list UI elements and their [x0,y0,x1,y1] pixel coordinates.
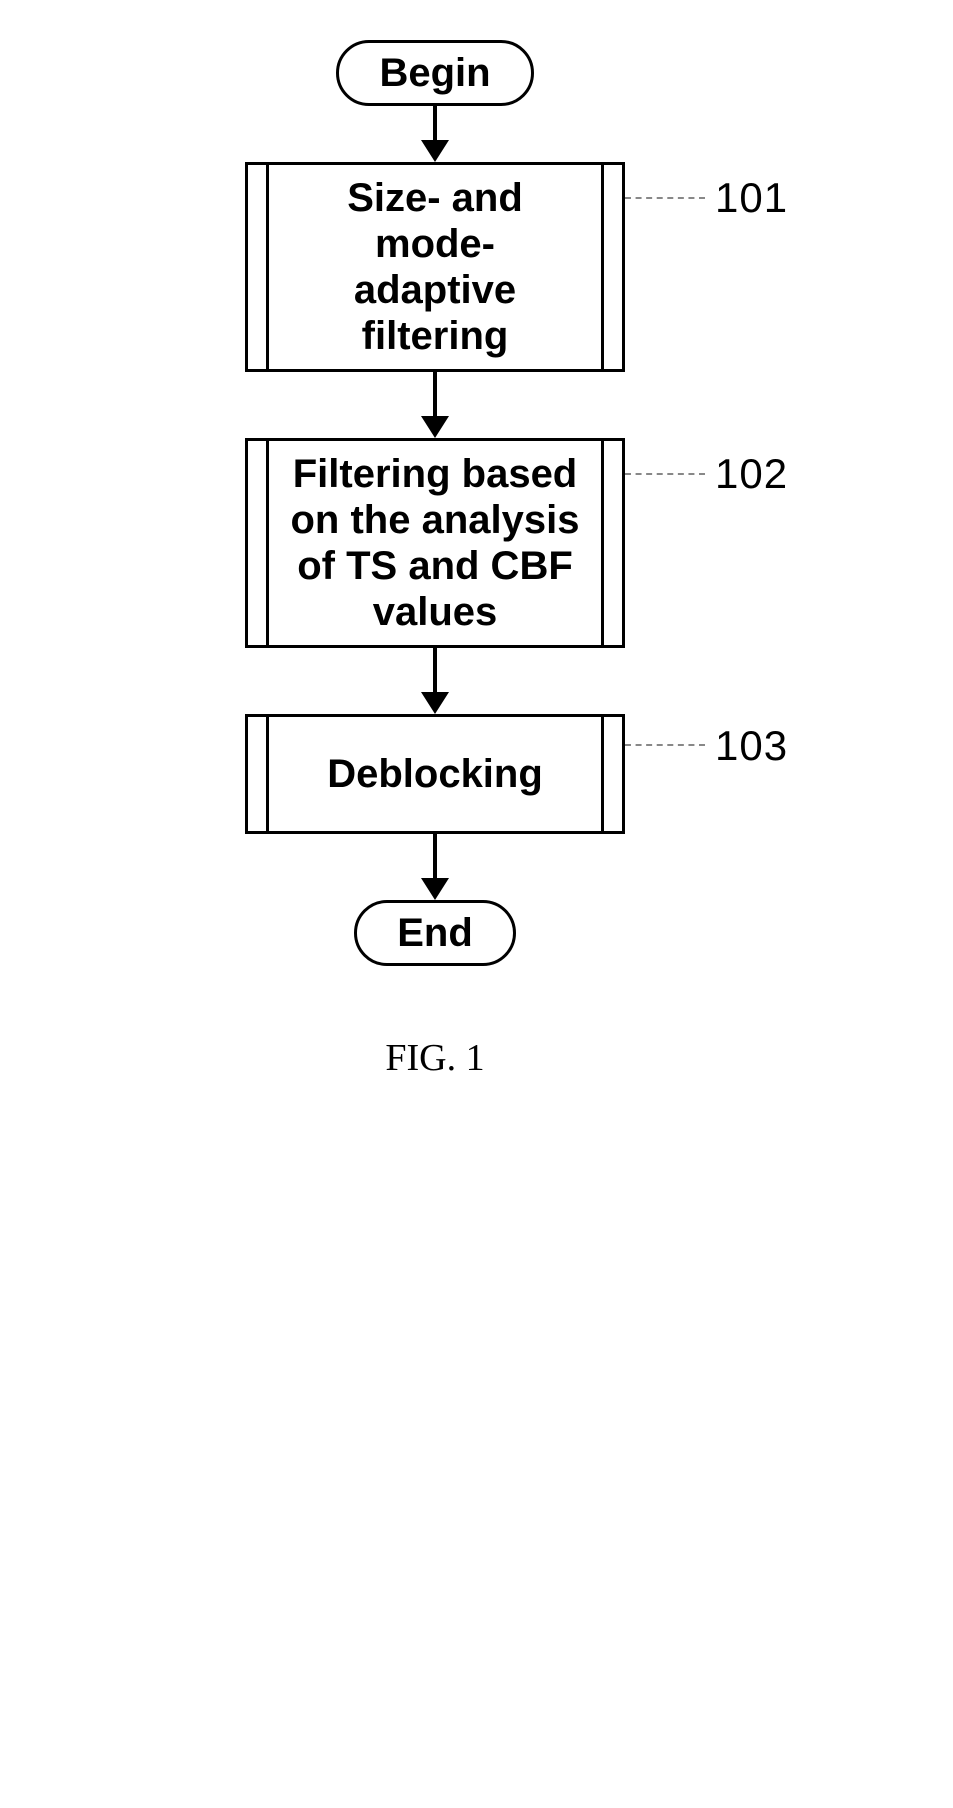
figure-caption: FIG. 1 [170,1036,700,1080]
terminal-begin: Begin [336,40,533,106]
end-label: End [397,911,473,955]
step-1-text: Size- and mode-adaptive filtering [258,175,612,359]
ref-103: 103 [715,722,788,770]
arrow-icon [421,648,449,714]
step-3-text: Deblocking [258,751,612,797]
leader-line [625,473,705,475]
ref-101: 101 [715,174,788,222]
begin-label: Begin [379,51,490,95]
process-step-2: Filtering basedon the analysisof TS and … [245,438,625,648]
ref-102: 102 [715,450,788,498]
process-step-1: Size- and mode-adaptive filtering [245,162,625,372]
step-2-text: Filtering basedon the analysisof TS and … [258,451,612,635]
terminal-end: End [354,900,516,966]
arrow-icon [421,106,449,162]
arrow-icon [421,372,449,438]
row-step-2: Filtering basedon the analysisof TS and … [170,438,700,648]
arrow-icon [421,834,449,900]
process-step-3: Deblocking [245,714,625,834]
row-step-3: Deblocking 103 [170,714,700,834]
row-step-1: Size- and mode-adaptive filtering 101 [170,162,700,372]
leader-line [625,744,705,746]
flowchart: Begin Size- and mode-adaptive filtering … [170,40,700,966]
leader-line [625,197,705,199]
